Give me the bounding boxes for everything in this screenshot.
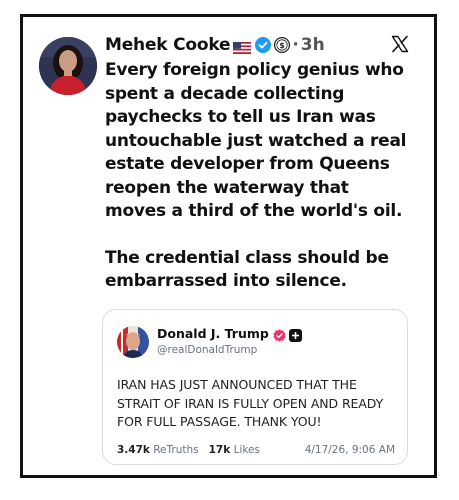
quoted-author-handle[interactable]: @realDonaldTrump	[157, 344, 257, 356]
quoted-post-header: Donald J. Trump	[157, 326, 302, 342]
x-logo-icon[interactable]	[391, 35, 409, 53]
likes-label[interactable]: Likes	[234, 444, 260, 456]
quoted-author-name[interactable]: Donald J. Trump	[157, 326, 269, 341]
retruths-label[interactable]: ReTruths	[153, 444, 198, 456]
post-timestamp[interactable]: 3h	[301, 35, 325, 55]
verified-badge-icon	[255, 37, 272, 53]
post-header: Mehek Cooke $ · 3h	[105, 33, 325, 57]
verified-badge-icon	[273, 327, 286, 342]
truth-social-icon	[288, 327, 302, 342]
post-paragraph: Every foreign policy genius who spent a …	[105, 60, 407, 221]
quoted-author-avatar[interactable]	[117, 326, 149, 358]
svg-text:$: $	[280, 41, 286, 50]
author-avatar[interactable]	[39, 37, 97, 95]
likes-count[interactable]: 17k	[209, 444, 231, 456]
post-paragraph: The credential class should be embarrass…	[105, 247, 389, 292]
quoted-post-text: IRAN HAS JUST ANNOUNCED THAT THE STRAIT …	[117, 377, 384, 429]
us-flag-icon	[233, 39, 252, 54]
author-name[interactable]: Mehek Cooke	[105, 35, 231, 55]
quoted-post-date: 4/17/26, 9:06 AM	[304, 444, 395, 456]
retruths-count[interactable]: 3.47k	[117, 444, 150, 456]
subscription-coin-icon: $	[274, 36, 291, 54]
quoted-post-stats: 3.47k ReTruths 17k Likes	[117, 444, 260, 456]
quoted-post-card[interactable]: Donald J. Trump @realDonaldTrump IRAN HA…	[102, 309, 408, 465]
post-body: Every foreign policy genius who spent a …	[105, 59, 410, 294]
time-separator: ·	[292, 35, 299, 55]
